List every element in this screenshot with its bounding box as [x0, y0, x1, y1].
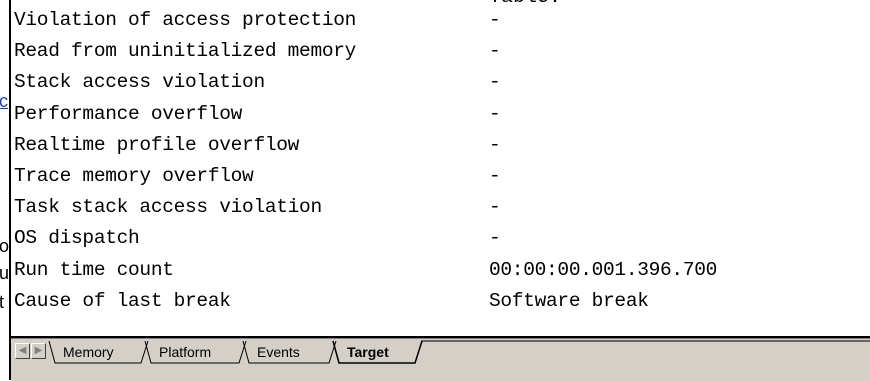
table-row: Read from uninitialized memory - [14, 37, 501, 68]
tab-memory[interactable]: Memory [49, 341, 145, 363]
tab-platform[interactable]: Platform [145, 341, 243, 363]
row-name: Stack access violation [14, 71, 265, 94]
tab-events[interactable]: Events [243, 341, 333, 363]
row-value: - [489, 227, 501, 250]
row-value: 00:00:00.001.396.700 [489, 258, 718, 281]
table-row: OS dispatch - [14, 224, 501, 255]
table-row: Task stack access violation - [14, 193, 501, 224]
row-name: Cause of last break [14, 289, 231, 312]
tab-label: Memory [63, 344, 114, 360]
row-value: - [489, 40, 501, 63]
row-name: Run time count [14, 258, 174, 281]
tab-label: Platform [159, 344, 212, 360]
row-value: - [489, 102, 501, 125]
row-value: - [489, 164, 501, 187]
row-value: Software break [489, 289, 649, 312]
background-text-fragment: o [0, 236, 9, 256]
tab-label: Events [257, 344, 300, 360]
table-row: Performance overflow - [14, 100, 501, 131]
row-name: Task stack access violation [14, 196, 322, 219]
status-table: Violation of access protection - Read fr… [14, 6, 717, 318]
table-row: Run time count 00:00:00.001.396.700 [14, 256, 717, 287]
background-page-fragment: c o u t [0, 0, 9, 380]
table-row: Realtime profile overflow - [14, 131, 501, 162]
background-text-fragment: t [0, 292, 5, 312]
row-name: Read from uninitialized memory [14, 40, 357, 63]
clipped-header-text: Table: [489, 0, 561, 8]
table-row: Stack access violation - [14, 68, 501, 99]
row-name: OS dispatch [14, 227, 140, 250]
row-name: Violation of access protection [14, 9, 357, 31]
row-name: Performance overflow [14, 102, 243, 125]
row-value: - [489, 133, 501, 156]
row-value: - [489, 71, 501, 94]
table-row: Trace memory overflow - [14, 162, 501, 193]
table-row: Violation of access protection - [14, 6, 501, 37]
background-text-fragment: u [0, 263, 9, 283]
row-name: Realtime profile overflow [14, 133, 300, 156]
clipped-header-row: Table: [11, 0, 870, 8]
row-value: - [489, 9, 501, 31]
tab-label: Target [347, 344, 389, 360]
tab-target[interactable]: Target [333, 341, 425, 363]
background-link-fragment[interactable]: c [0, 92, 8, 110]
row-name: Trace memory overflow [14, 164, 254, 187]
sheet-tab-bar: ◀ ▶ Memory Platform Events Target [11, 338, 870, 381]
target-status-panel: Table: Violation of access protection - … [9, 0, 870, 381]
table-row: Cause of last break Software break [14, 287, 649, 318]
row-value: - [489, 196, 501, 219]
